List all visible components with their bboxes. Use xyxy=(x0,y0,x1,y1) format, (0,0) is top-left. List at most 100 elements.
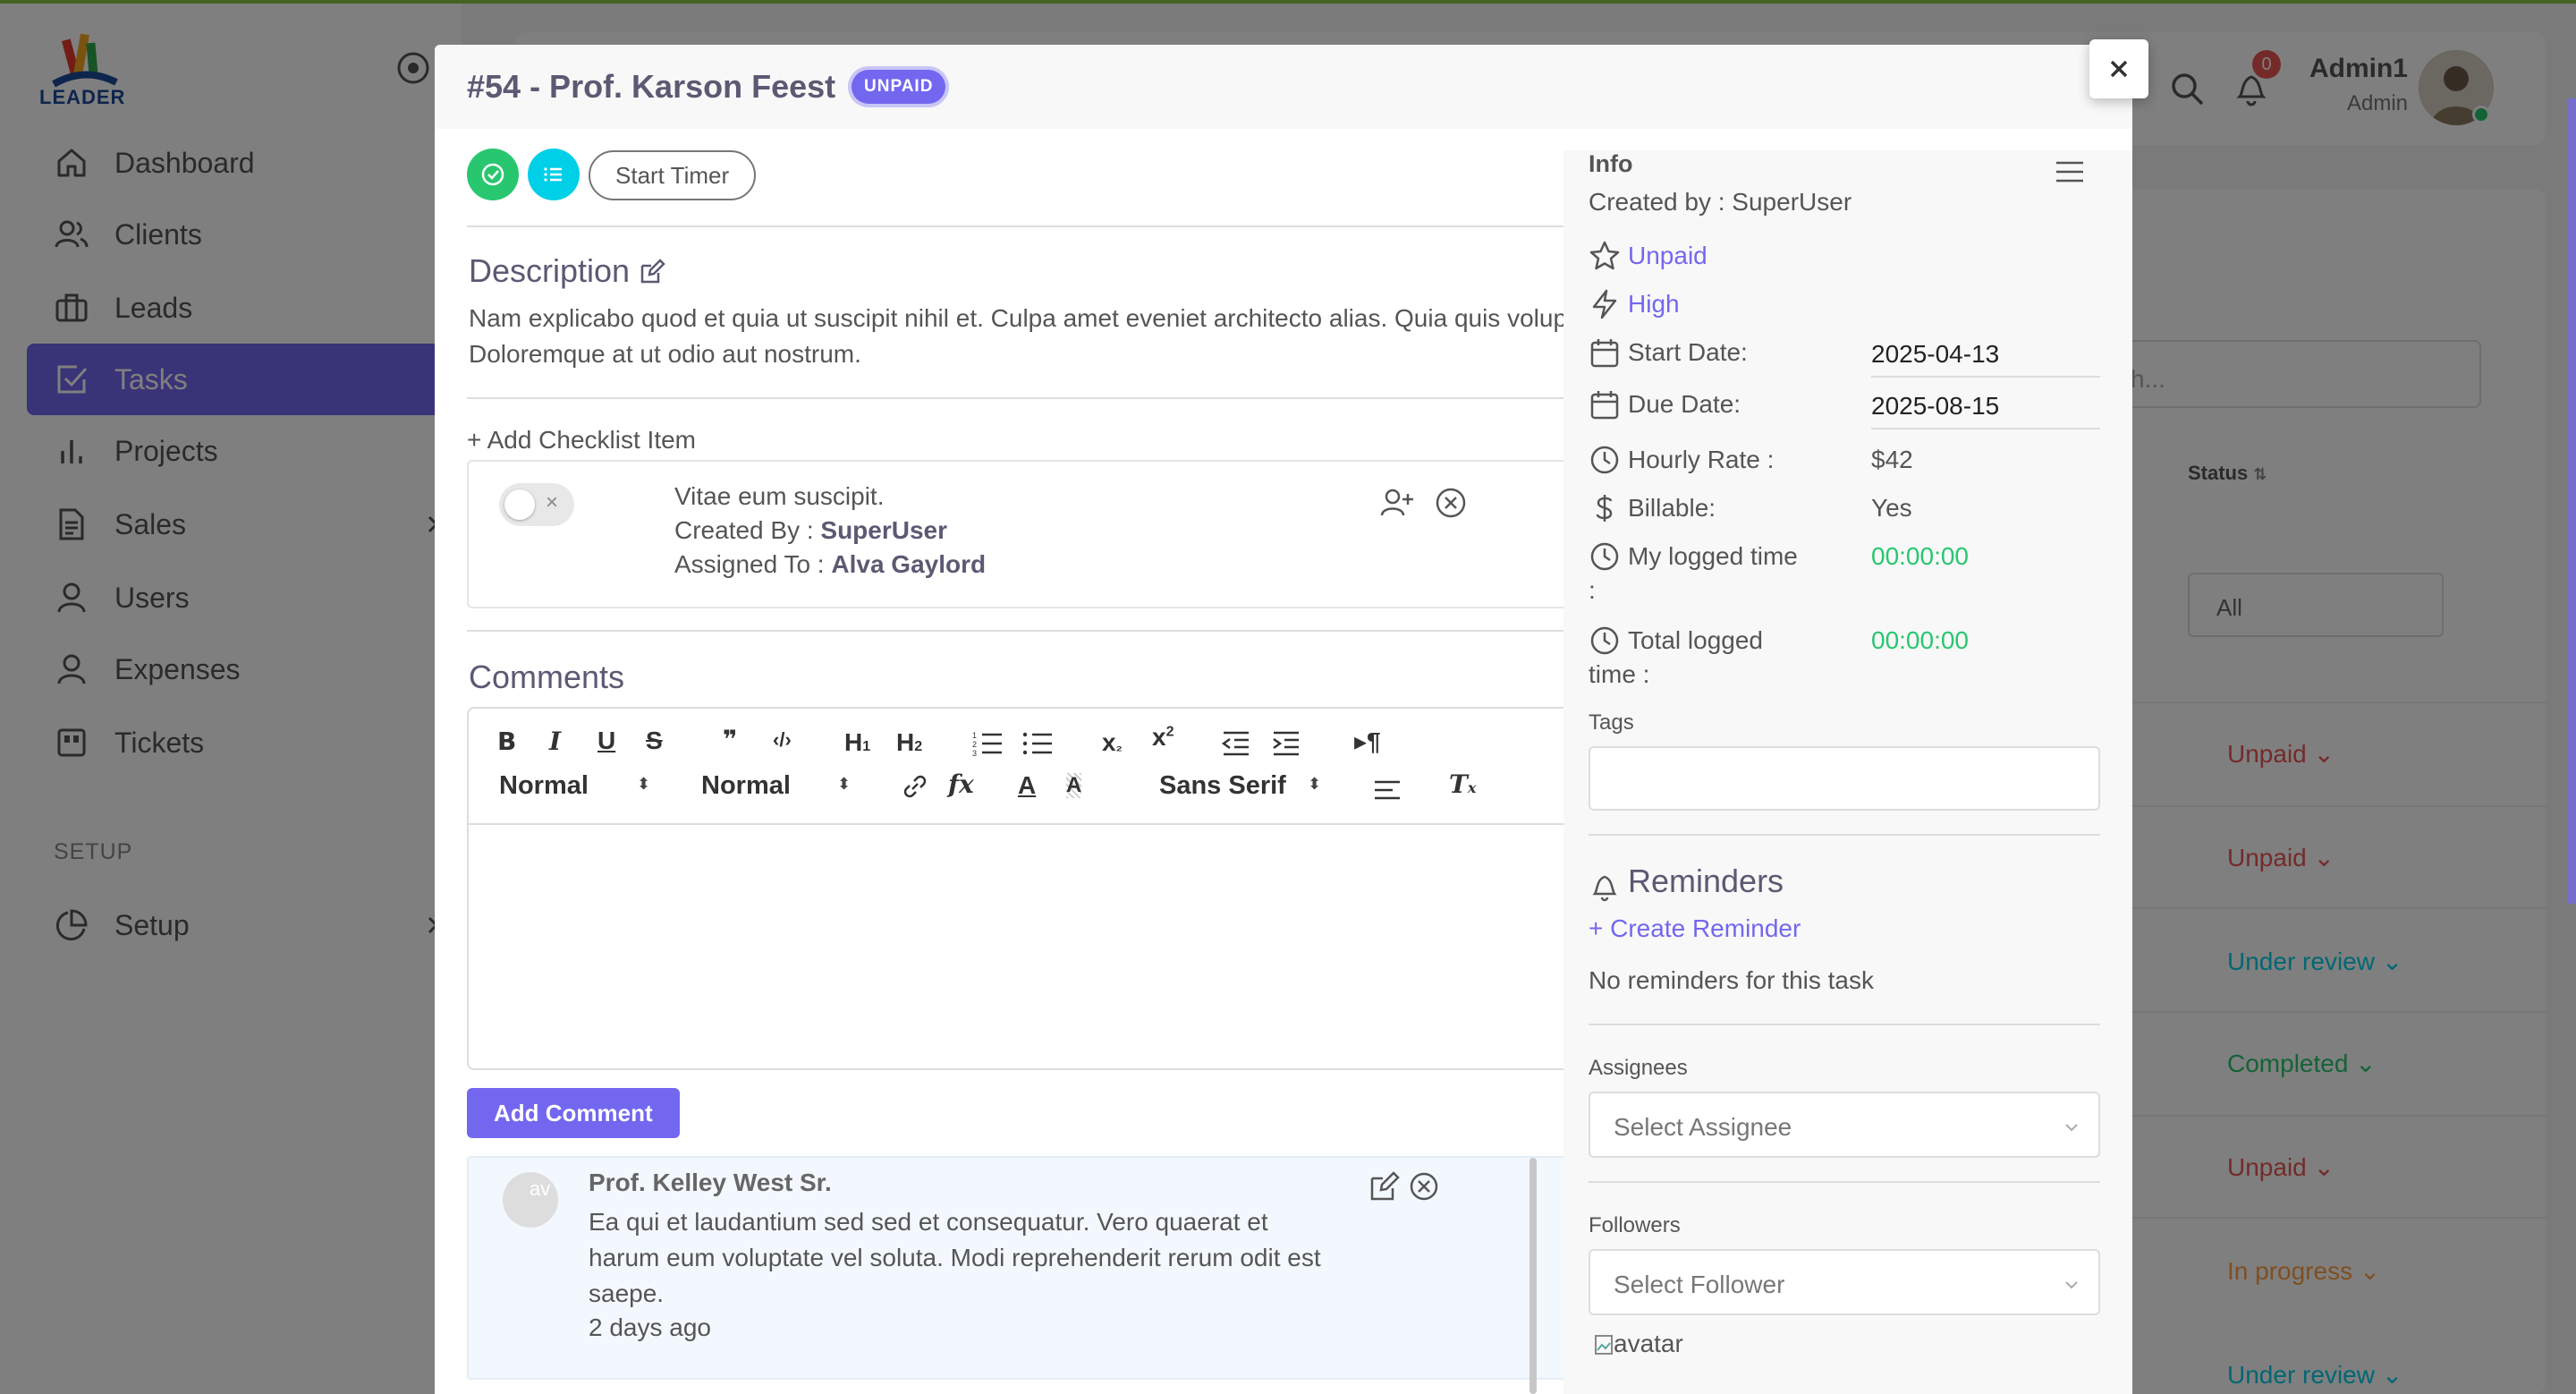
clock-icon xyxy=(1590,542,1619,571)
divider xyxy=(1589,1181,2100,1183)
tags-input[interactable] xyxy=(1589,746,2100,811)
subscript-button[interactable]: x₂ xyxy=(1102,728,1123,757)
assignee-select[interactable]: Select Assignee xyxy=(1589,1092,2100,1158)
checklist-toggle[interactable]: × xyxy=(499,483,574,526)
priority-select[interactable]: High xyxy=(1628,290,1680,319)
text-direction-button[interactable]: ▸¶ xyxy=(1354,727,1381,756)
size-select[interactable]: Normal xyxy=(701,771,791,801)
billable-value: Yes xyxy=(1871,494,1912,522)
svg-text:2: 2 xyxy=(972,740,977,749)
due-date-label: Due Date: xyxy=(1628,390,1741,418)
remove-circle-icon[interactable] xyxy=(1433,485,1469,521)
background-color-button[interactable]: A xyxy=(1066,773,1082,798)
calendar-icon xyxy=(1590,391,1619,420)
my-logged-time-value: 00:00:00 xyxy=(1871,542,1969,570)
hourly-rate-label: Hourly Rate : xyxy=(1628,446,1775,473)
create-reminder-link[interactable]: + Create Reminder xyxy=(1589,914,1801,943)
bell-icon xyxy=(1592,875,1617,902)
bold-button[interactable]: B xyxy=(497,727,516,756)
chevron-down-icon xyxy=(2065,1281,2078,1289)
follower-avatar: avatar xyxy=(1594,1330,1683,1358)
mark-complete-button[interactable] xyxy=(467,149,519,200)
delete-circle-icon[interactable] xyxy=(1408,1170,1440,1203)
strike-button[interactable]: S xyxy=(646,727,663,755)
clear-formatting-button[interactable]: Tx xyxy=(1449,769,1476,799)
link-icon[interactable] xyxy=(900,771,930,802)
outdent-icon[interactable] xyxy=(1220,730,1252,757)
description-title: Description xyxy=(469,252,631,289)
dollar-icon xyxy=(1596,495,1613,522)
toggle-knob xyxy=(504,489,535,520)
comment-author: Prof. Kelley West Sr. xyxy=(589,1169,832,1196)
ordered-list-icon[interactable]: 123 xyxy=(971,728,1004,759)
calendar-icon xyxy=(1590,339,1619,368)
total-logged-time-value: 00:00:00 xyxy=(1871,626,1969,654)
user-plus-icon[interactable] xyxy=(1379,485,1415,521)
task-detail-modal: #54 - Prof. Karson Feest UNPAID Start Ti… xyxy=(435,39,2148,1394)
x-icon: × xyxy=(546,490,559,514)
comments-scrollbar[interactable] xyxy=(1530,1158,1537,1394)
checklist-assigned-to: Assigned To : Alva Gaylord xyxy=(674,548,986,582)
h2-button[interactable]: H2 xyxy=(896,728,922,757)
code-block-button[interactable]: ‹/› xyxy=(773,728,792,752)
start-date-label: Start Date: xyxy=(1628,338,1748,366)
assigned-to-value: Alva Gaylord xyxy=(831,550,987,578)
close-button[interactable] xyxy=(2089,39,2148,98)
description-heading: Description xyxy=(469,252,665,290)
follower-avatar-alt: avatar xyxy=(1614,1330,1683,1357)
modal-header: #54 - Prof. Karson Feest UNPAID xyxy=(435,45,2132,129)
my-logged-time-label: My logged time xyxy=(1628,542,1798,570)
total-logged-time-label-2: time : xyxy=(1589,660,1650,688)
created-by-value: SuperUser xyxy=(820,516,948,544)
indent-icon[interactable] xyxy=(1270,730,1302,757)
superscript-button[interactable]: x2 xyxy=(1152,723,1174,752)
add-comment-button[interactable]: Add Comment xyxy=(467,1088,680,1138)
broken-image-icon xyxy=(1595,1335,1613,1355)
menu-icon[interactable] xyxy=(2054,159,2086,184)
check-circle-icon xyxy=(481,163,504,186)
select-caret-icon: ⬍ xyxy=(637,775,651,793)
no-reminders-text: No reminders for this task xyxy=(1589,966,1874,994)
avatar-alt-text: av xyxy=(530,1177,551,1200)
formula-button[interactable]: fx xyxy=(948,769,974,799)
billable-label: Billable: xyxy=(1628,494,1716,522)
divider xyxy=(1589,1024,2100,1025)
select-caret-icon: ⬍ xyxy=(1308,775,1322,793)
my-logged-time-colon: : xyxy=(1589,576,1596,604)
checklist-created-by: Created By : SuperUser xyxy=(674,514,986,548)
add-checklist-item-link[interactable]: + Add Checklist Item xyxy=(467,426,696,455)
text-color-button[interactable]: A xyxy=(1018,771,1036,800)
italic-button[interactable]: I xyxy=(549,727,561,756)
bullet-list-icon[interactable] xyxy=(1021,728,1054,759)
page-scrollbar[interactable] xyxy=(2567,98,2576,904)
edit-icon[interactable] xyxy=(1368,1170,1401,1203)
created-by: Created by : SuperUser xyxy=(1589,188,1852,216)
total-logged-time-label: Total logged xyxy=(1628,626,1764,654)
modal-title: #54 - Prof. Karson Feest xyxy=(467,68,836,105)
tags-label: Tags xyxy=(1589,710,1634,735)
due-date-input[interactable]: 2025-08-15 xyxy=(1871,385,2100,429)
blockquote-button[interactable]: ❞ xyxy=(723,725,737,754)
start-timer-button[interactable]: Start Timer xyxy=(589,150,757,200)
underline-button[interactable]: U xyxy=(597,727,615,755)
h1-button[interactable]: H1 xyxy=(844,728,870,757)
assignees-label: Assignees xyxy=(1589,1056,1688,1080)
comments-heading: Comments xyxy=(469,659,625,695)
align-icon[interactable] xyxy=(1372,777,1402,803)
font-select[interactable]: Sans Serif xyxy=(1159,771,1286,801)
list-icon xyxy=(544,167,562,182)
start-date-input[interactable]: 2025-04-13 xyxy=(1871,333,2100,378)
checklist-item-details: Vitae eum suscipit. Created By : SuperUs… xyxy=(674,480,986,582)
clock-icon xyxy=(1590,446,1619,474)
task-list-button[interactable] xyxy=(528,149,580,200)
follower-placeholder: Select Follower xyxy=(1614,1271,1785,1298)
reminders-title: Reminders xyxy=(1628,863,1784,899)
edit-icon[interactable] xyxy=(639,259,665,285)
header-select[interactable]: Normal xyxy=(499,771,589,801)
comment-time: 2 days ago xyxy=(589,1313,711,1341)
assignee-placeholder: Select Assignee xyxy=(1614,1113,1792,1141)
follower-select[interactable]: Select Follower xyxy=(1589,1249,2100,1315)
status-select[interactable]: Unpaid xyxy=(1628,242,1707,270)
select-caret-icon: ⬍ xyxy=(837,775,852,793)
avatar: av xyxy=(503,1172,558,1228)
